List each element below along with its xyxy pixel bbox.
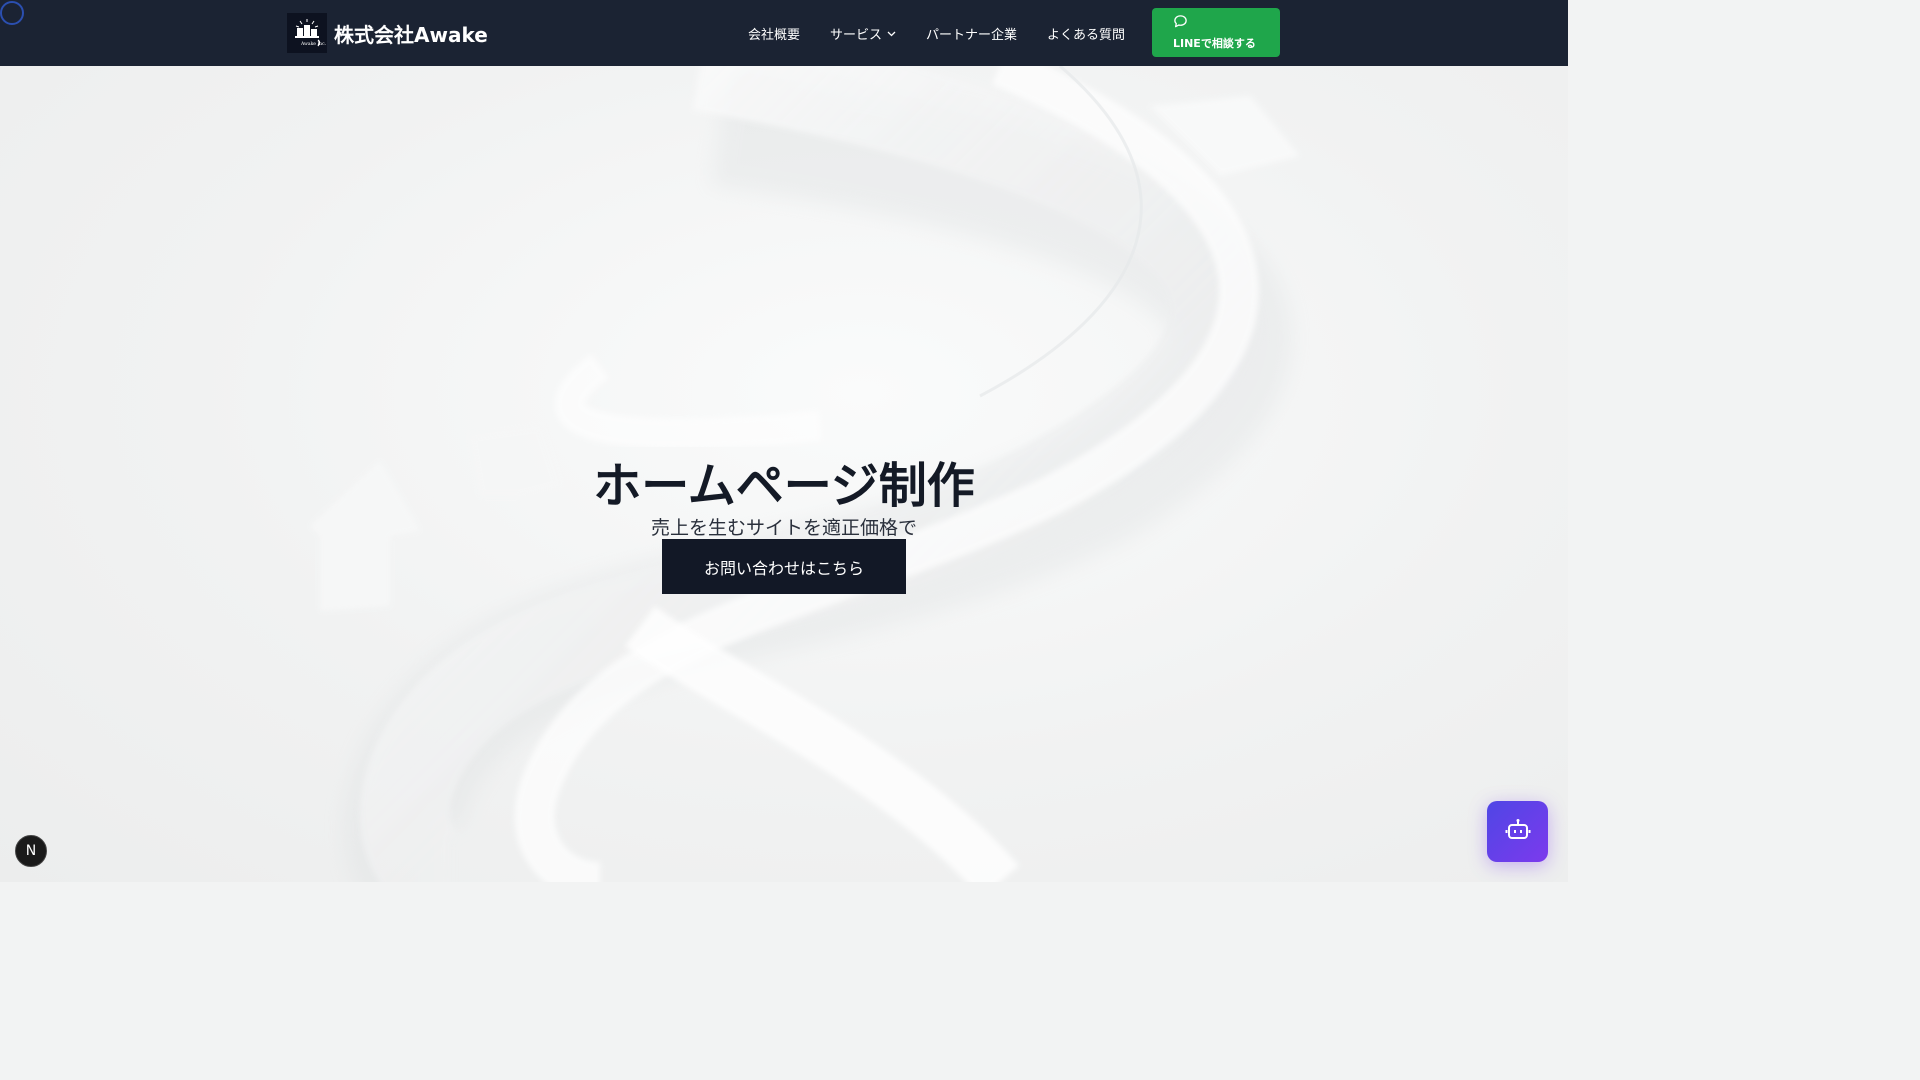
company-name: 株式会社Awake (334, 22, 488, 47)
site-header: Awake Inc. 株式会社Awake 会社概要 サービス パートナー企業 よ… (0, 0, 1568, 66)
main-nav: 会社概要 サービス パートナー企業 よくある質問 (748, 0, 1125, 66)
line-button-label: LINEで相談する (1173, 37, 1256, 50)
hero-subtitle: 売上を生むサイトを適正価格で (650, 517, 917, 539)
line-consult-button[interactable]: LINEで相談する (1152, 8, 1280, 57)
robot-icon (1505, 818, 1531, 846)
hero-section: ホームページ制作 売上を生むサイトを適正価格で お問い合わせはこちら (0, 66, 1568, 882)
nav-item-faq[interactable]: よくある質問 (1047, 24, 1125, 43)
page: Awake Inc. 株式会社Awake 会社概要 サービス パートナー企業 よ… (0, 0, 1568, 882)
chevron-down-icon (887, 26, 896, 41)
nav-item-partners[interactable]: パートナー企業 (926, 24, 1017, 43)
nav-item-label: サービス (830, 27, 883, 43)
nav-item-label: パートナー企業 (926, 27, 1018, 43)
logo-mark-text: Awake Inc. (300, 41, 327, 47)
nav-item-services[interactable]: サービス (830, 24, 896, 43)
nav-item-company[interactable]: 会社概要 (748, 24, 800, 43)
dev-indicator-ring[interactable] (0, 1, 24, 25)
nextjs-dev-badge[interactable]: N (15, 835, 47, 867)
nav-item-label: 会社概要 (748, 27, 801, 43)
chatbot-button[interactable] (1487, 801, 1548, 862)
contact-cta-button[interactable]: お問い合わせはこちら (662, 539, 906, 594)
nextjs-badge-label: N (25, 843, 37, 859)
hero-title: ホームページ制作 (593, 458, 975, 515)
company-logo-icon: Awake Inc. (287, 13, 327, 53)
nav-item-label: よくある質問 (1047, 27, 1126, 43)
chat-bubble-icon (1173, 14, 1188, 33)
logo-link[interactable]: Awake Inc. 株式会社Awake (287, 13, 488, 53)
